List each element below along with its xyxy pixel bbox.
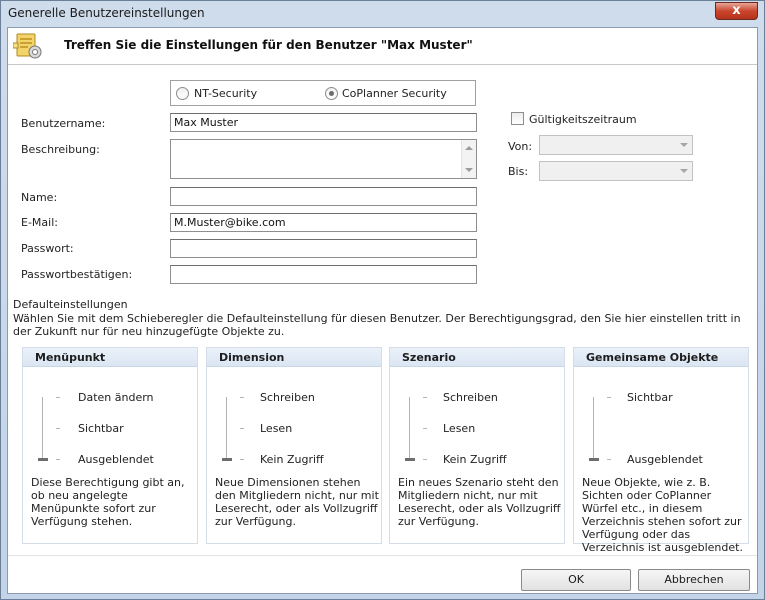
- chevron-down-icon: [680, 169, 688, 173]
- permission-slider-track[interactable]: [226, 397, 227, 460]
- email-label: E-Mail:: [21, 216, 58, 229]
- radio-nt-security[interactable]: [176, 87, 189, 100]
- slider-level-label: Sichtbar: [627, 391, 673, 404]
- panel-title: Dimension: [207, 348, 381, 367]
- dialog-header: Treffen Sie die Einstellungen für den Be…: [8, 28, 757, 65]
- panel-menuepunkt: Menüpunkt Daten ändern Sichtbar Ausgeble…: [22, 347, 198, 544]
- password-confirm-input[interactable]: [170, 265, 477, 284]
- permission-slider-thumb[interactable]: [38, 458, 48, 461]
- panel-description: Ein neues Szenario steht den Mitgliedern…: [398, 476, 561, 528]
- description-scrollbar[interactable]: [461, 140, 476, 178]
- valid-to-dropdown[interactable]: [539, 161, 693, 181]
- slider-tick: [240, 459, 244, 460]
- name-input[interactable]: [170, 187, 477, 206]
- slider-level-label: Ausgeblendet: [627, 453, 703, 466]
- radio-nt-security-label: NT-Security: [194, 87, 258, 100]
- permission-slider-track[interactable]: [593, 397, 594, 460]
- panel-title: Szenario: [390, 348, 564, 367]
- slider-tick: [56, 428, 60, 429]
- cancel-button[interactable]: Abbrechen: [638, 569, 750, 591]
- slider-level-label: Lesen: [260, 422, 293, 435]
- description-textarea[interactable]: [170, 139, 477, 179]
- name-label: Name:: [21, 191, 58, 204]
- slider-level-label: Daten ändern: [78, 391, 154, 404]
- valid-to-label: Bis:: [508, 165, 529, 178]
- slider-level-label: Kein Zugriff: [443, 453, 507, 466]
- permission-slider-thumb[interactable]: [405, 458, 415, 461]
- scroll-down-icon[interactable]: [465, 168, 473, 172]
- password-confirm-label: Passwortbestätigen:: [21, 268, 133, 281]
- slider-tick: [56, 459, 60, 460]
- slider-level-label: Schreiben: [443, 391, 498, 404]
- username-label: Benutzername:: [21, 117, 106, 130]
- radio-coplanner-security-label: CoPlanner Security: [342, 87, 447, 100]
- permission-slider-thumb[interactable]: [222, 458, 232, 461]
- chevron-down-icon: [680, 143, 688, 147]
- description-label: Beschreibung:: [21, 143, 100, 156]
- permission-slider-track[interactable]: [42, 397, 43, 460]
- permission-slider-track[interactable]: [409, 397, 410, 460]
- slider-level-label: Lesen: [443, 422, 476, 435]
- footer-divider: [8, 555, 757, 556]
- security-mode-group: NT-Security CoPlanner Security: [170, 80, 476, 106]
- slider-tick: [607, 459, 611, 460]
- validity-checkbox[interactable]: [511, 112, 524, 125]
- panel-gemeinsame-objekte: Gemeinsame Objekte Sichtbar Ausgeblendet…: [573, 347, 749, 554]
- window-title: Generelle Benutzereinstellungen: [8, 6, 205, 20]
- close-button[interactable]: x: [715, 2, 758, 20]
- panel-description: Neue Objekte, wie z. B. Sichten oder CoP…: [582, 476, 743, 554]
- slider-tick: [607, 397, 611, 398]
- permission-slider-thumb[interactable]: [589, 458, 599, 461]
- slider-tick: [423, 459, 427, 460]
- email-input[interactable]: M.Muster@bike.com: [170, 213, 477, 232]
- title-bar[interactable]: Generelle Benutzereinstellungen x: [1, 1, 764, 25]
- ok-button[interactable]: OK: [521, 569, 631, 591]
- valid-from-label: Von:: [508, 140, 533, 153]
- slider-tick: [423, 428, 427, 429]
- password-label: Passwort:: [21, 242, 74, 255]
- panel-description: Neue Dimensionen stehen den Mitgliedern …: [215, 476, 379, 528]
- dialog-client: Treffen Sie die Einstellungen für den Be…: [7, 27, 758, 594]
- slider-level-label: Ausgeblendet: [78, 453, 154, 466]
- radio-coplanner-security[interactable]: [325, 87, 338, 100]
- username-input[interactable]: Max Muster: [170, 113, 477, 132]
- dialog-heading: Treffen Sie die Einstellungen für den Be…: [64, 38, 473, 52]
- defaults-title: Defaulteinstellungen: [13, 298, 128, 311]
- password-input[interactable]: [170, 239, 477, 258]
- scroll-up-icon[interactable]: [465, 146, 473, 150]
- panel-title: Menüpunkt: [23, 348, 197, 367]
- slider-level-label: Schreiben: [260, 391, 315, 404]
- defaults-description: Wählen Sie mit dem Schieberegler die Def…: [13, 312, 741, 338]
- slider-tick: [423, 397, 427, 398]
- slider-tick: [240, 397, 244, 398]
- slider-level-label: Sichtbar: [78, 422, 124, 435]
- panel-description: Diese Berechtigung gibt an, ob neu angel…: [31, 476, 185, 528]
- valid-from-dropdown[interactable]: [539, 135, 693, 155]
- slider-tick: [240, 428, 244, 429]
- panel-dimension: Dimension Schreiben Lesen Kein Zugriff N…: [206, 347, 382, 544]
- dialog-window: Generelle Benutzereinstellungen x Treffe…: [0, 0, 765, 600]
- slider-level-label: Kein Zugriff: [260, 453, 324, 466]
- validity-checkbox-label: Gültigkeitszeitraum: [529, 113, 637, 126]
- user-settings-icon: [13, 33, 42, 59]
- panel-szenario: Szenario Schreiben Lesen Kein Zugriff Ei…: [389, 347, 565, 544]
- slider-tick: [56, 397, 60, 398]
- panel-title: Gemeinsame Objekte: [574, 348, 748, 367]
